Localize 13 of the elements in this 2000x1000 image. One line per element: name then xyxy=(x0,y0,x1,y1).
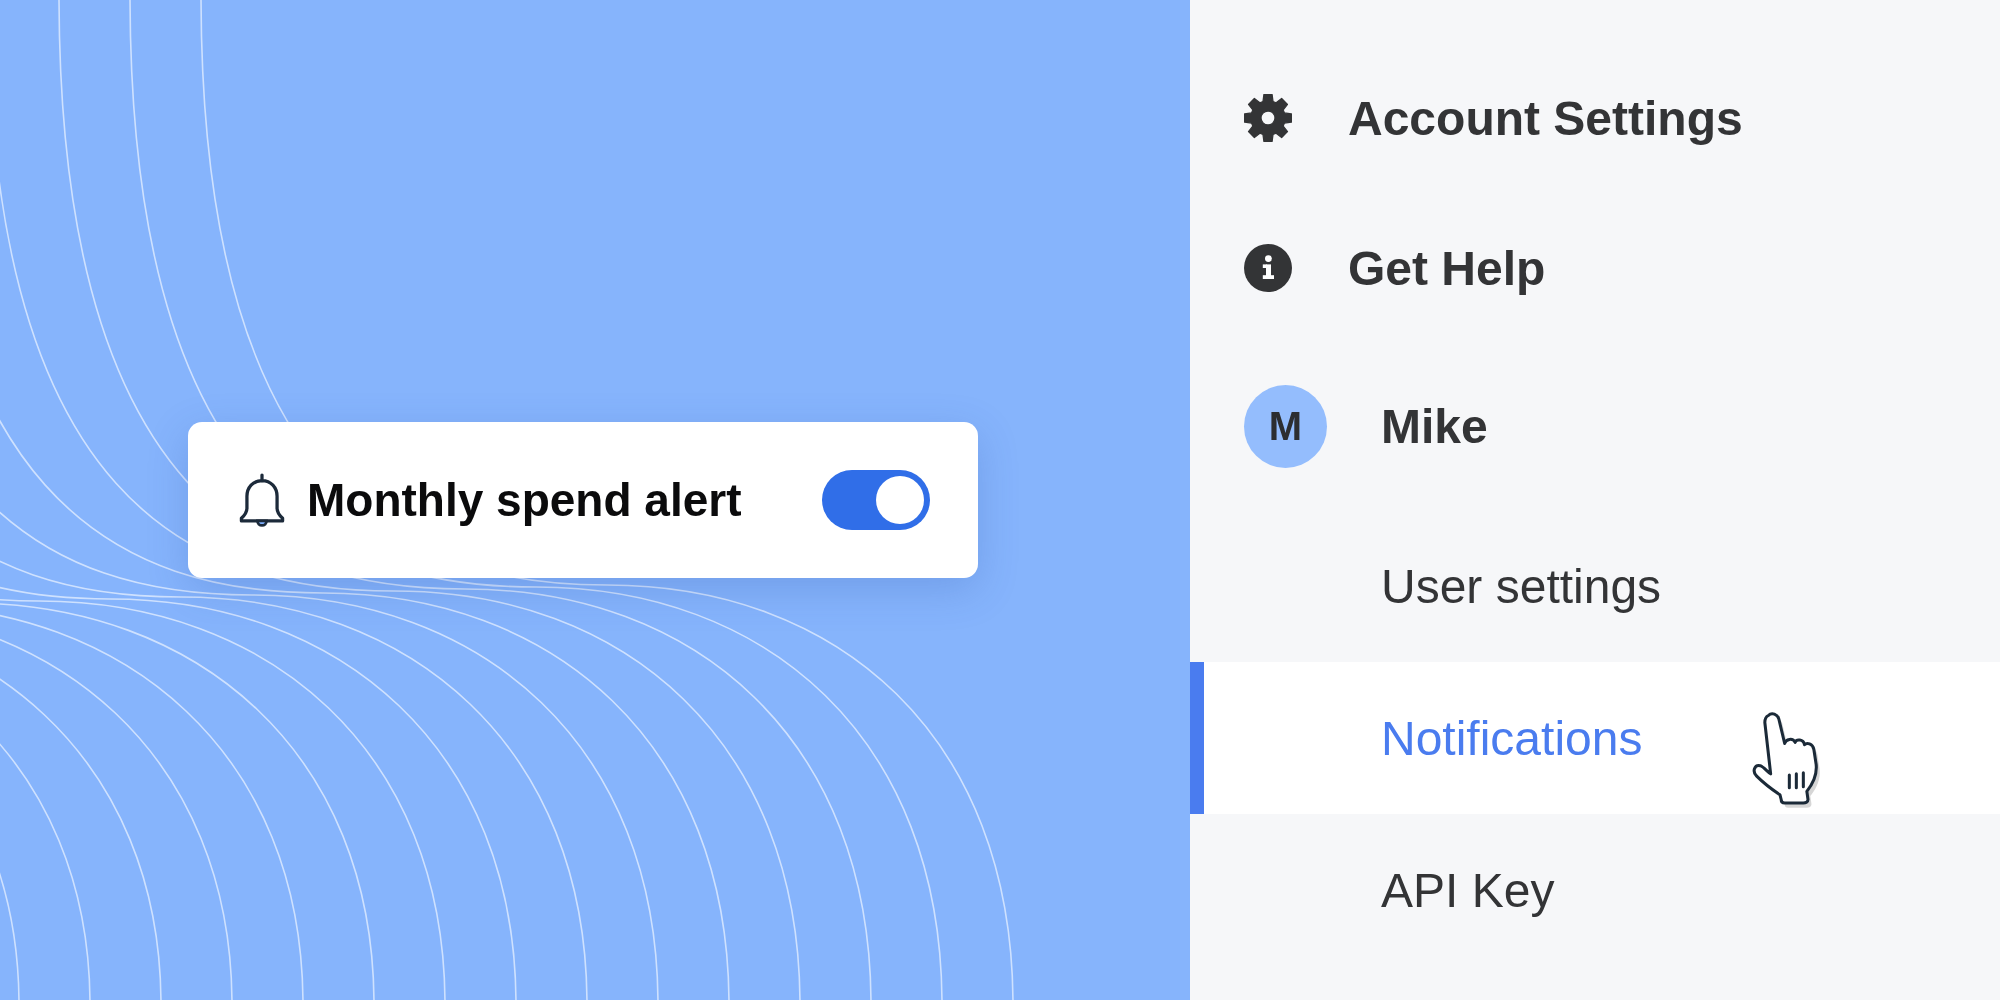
settings-icon xyxy=(1244,94,1292,142)
hand-cursor-icon xyxy=(1752,712,1822,810)
user-name: Mike xyxy=(1381,399,1488,454)
menu-item[interactable]: Account Settings xyxy=(1190,43,2000,193)
toggle-switch[interactable] xyxy=(822,470,930,530)
menu-item[interactable]: Get Help xyxy=(1190,193,2000,343)
user-avatar: M xyxy=(1244,385,1327,468)
nav-item[interactable]: API Key xyxy=(1190,814,2000,966)
info-icon xyxy=(1244,244,1292,292)
nav-item[interactable]: User settings xyxy=(1190,510,2000,662)
bell-icon xyxy=(239,473,285,527)
nav-item[interactable]: Notifications xyxy=(1190,662,2000,814)
alert-label: Monthly spend alert xyxy=(307,473,742,527)
